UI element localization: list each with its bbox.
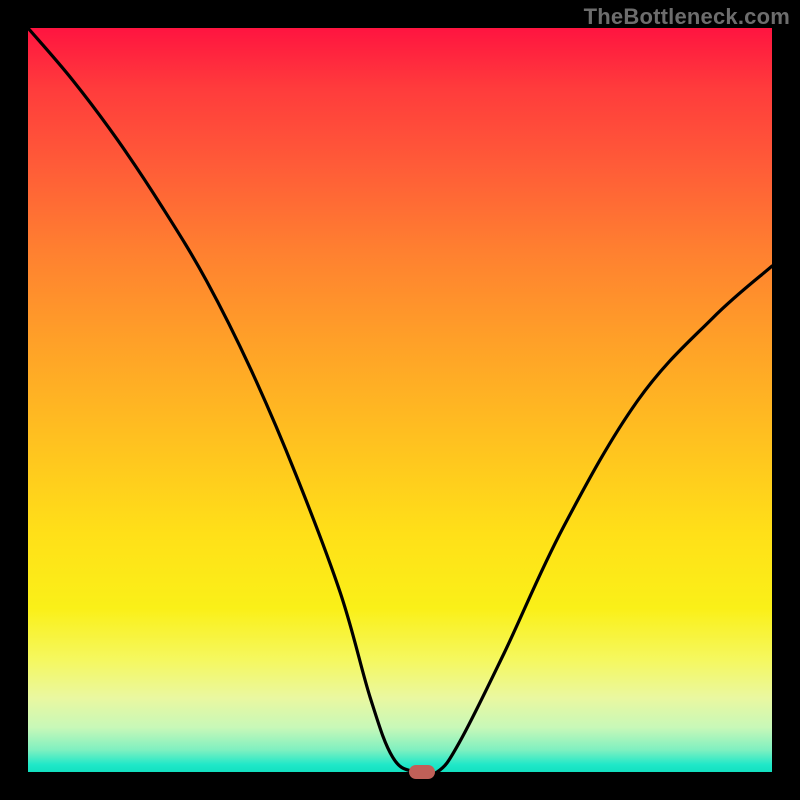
chart-frame: TheBottleneck.com [0, 0, 800, 800]
optimum-marker [409, 765, 435, 779]
curve-path [28, 28, 772, 775]
watermark-text: TheBottleneck.com [584, 4, 790, 30]
bottleneck-curve [28, 28, 772, 772]
plot-area [28, 28, 772, 772]
